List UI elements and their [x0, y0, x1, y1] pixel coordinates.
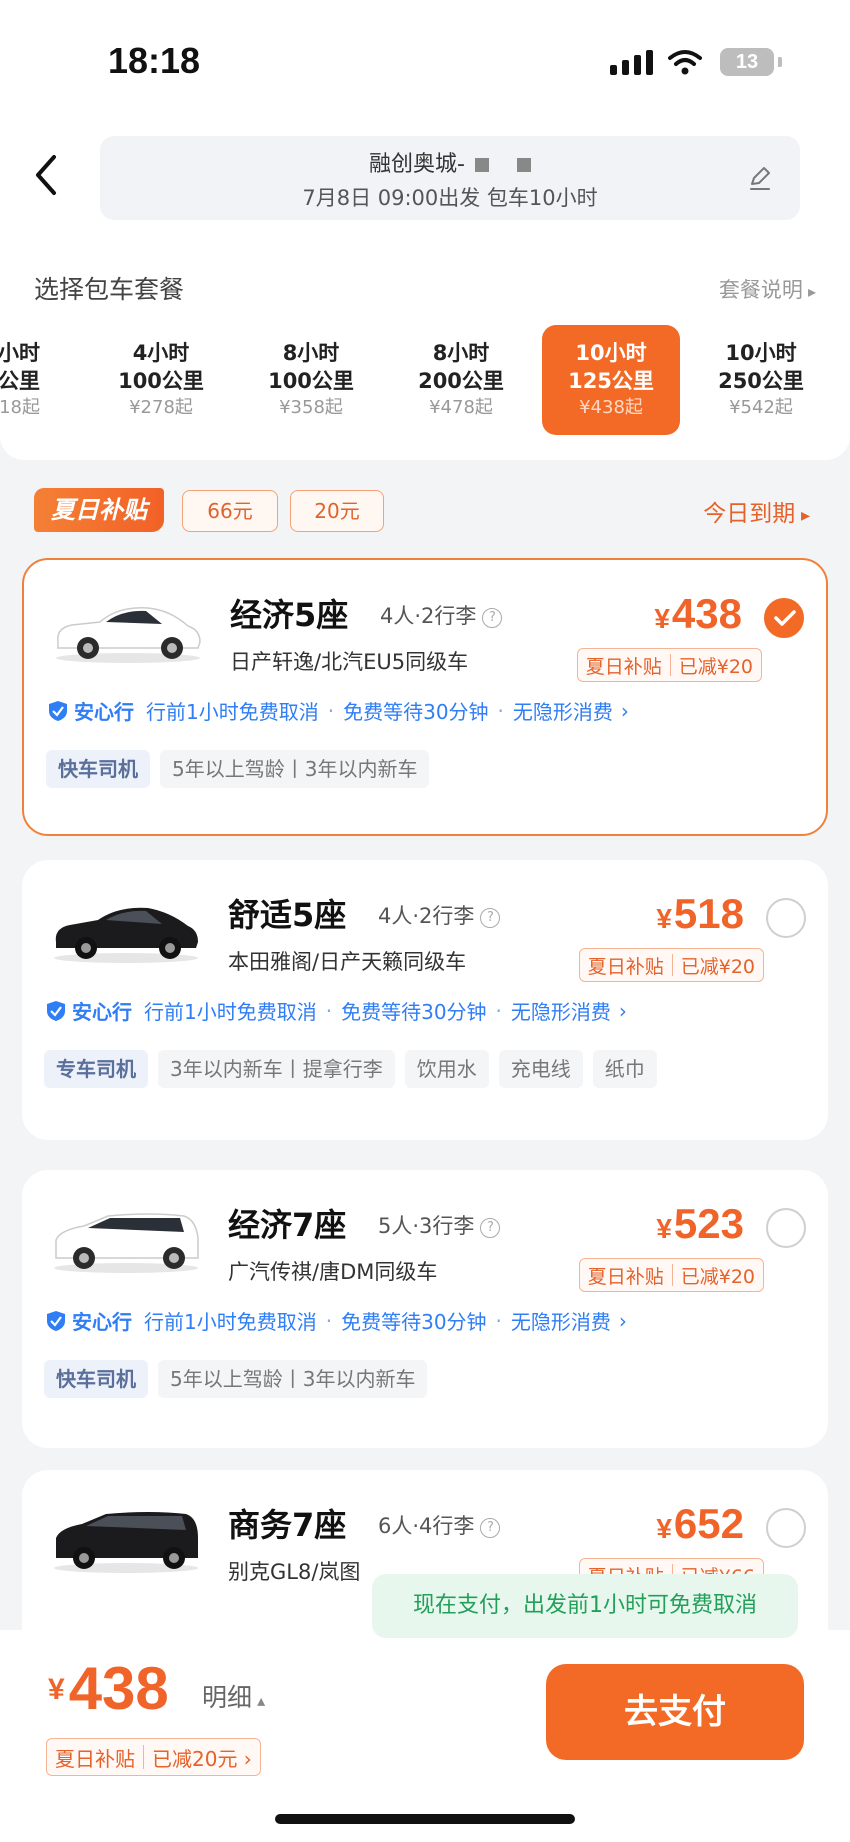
package-section: 选择包车套餐 套餐说明 小时 0公里 218起 4小时 100公里 ¥278起 …	[0, 230, 850, 460]
help-icon[interactable]: ?	[480, 1218, 501, 1238]
driver-label: 专车司机	[44, 1050, 148, 1088]
car-capacity: 5人·3行李?	[378, 1210, 501, 1240]
car-price: ¥652	[656, 1500, 744, 1547]
car-name: 经济5座	[230, 596, 349, 634]
coupon-tag[interactable]: 20元	[290, 490, 384, 532]
summer-subsidy-badge: 夏日补贴	[34, 488, 164, 532]
driver-tag: 饮用水	[404, 1050, 489, 1088]
car-name: 舒适5座	[228, 896, 347, 934]
chevron-right-icon: ›	[618, 998, 627, 1023]
cancel-policy-toast: 现在支付，出发前1小时可免费取消	[372, 1574, 798, 1638]
route-summary[interactable]: 融创奥城- 7月8日 09:00出发 包车10小时	[100, 136, 800, 220]
coupon-tag[interactable]: 66元	[182, 490, 278, 532]
edit-icon[interactable]	[746, 164, 774, 192]
assurance-row[interactable]: 安心行 行前1小时免费取消 · 免费等待30分钟 · 无隐形消费 ›	[46, 1306, 627, 1335]
radio-unchecked-icon[interactable]	[766, 898, 806, 938]
shield-check-icon	[47, 1000, 65, 1021]
sedan-black-image	[54, 907, 199, 963]
signal-icon	[610, 50, 653, 75]
shield-check-icon	[47, 1310, 65, 1331]
driver-row: 专车司机 3年以内新车丨提拿行李 饮用水 充电线 纸巾	[44, 1050, 657, 1088]
route-title-row: 融创奥城-	[100, 146, 800, 178]
car-option-card[interactable]: 经济5座 4人·2行李? 日产轩逸/北汽EU5同级车 ¥438 夏日补贴 已减¥2…	[22, 558, 828, 836]
chevron-left-icon	[36, 155, 56, 195]
chevron-right-icon: ›	[618, 1308, 627, 1333]
driver-label: 快车司机	[44, 1360, 148, 1398]
route-title: 融创奥城-	[369, 152, 465, 177]
package-option[interactable]: 10小时 250公里 ¥542起	[692, 325, 830, 435]
subsidy-tag: 夏日补贴 已减¥20	[578, 1258, 764, 1292]
driver-row: 快车司机 5年以上驾龄丨3年以内新车	[44, 1360, 428, 1398]
help-icon[interactable]: ?	[482, 608, 503, 628]
driver-tag: 5年以上驾龄丨3年以内新车	[158, 1360, 428, 1398]
total-price: ¥438	[48, 1655, 169, 1722]
driver-tag: 纸巾	[592, 1050, 657, 1088]
shield-check-icon	[49, 700, 67, 721]
promo-row: 夏日补贴 66元 20元 今日到期	[0, 480, 850, 540]
subsidy-tag: 夏日补贴 已减¥20	[576, 648, 762, 682]
redacted-mark	[474, 158, 489, 172]
chevron-right-icon: ›	[620, 698, 629, 723]
assurance-row[interactable]: 安心行 行前1小时免费取消 · 免费等待30分钟 · 无隐形消费 ›	[48, 696, 629, 725]
package-option[interactable]: 小时 0公里 218起	[0, 325, 68, 435]
package-info-link[interactable]: 套餐说明	[719, 274, 816, 304]
car-name: 经济7座	[228, 1206, 347, 1244]
car-option-card[interactable]: 舒适5座 4人·2行李? 本田雅阁/日产天籁同级车 ¥518 夏日补贴 已减¥20…	[22, 860, 828, 1140]
status-time: 18:18	[108, 40, 201, 81]
package-list: 小时 0公里 218起 4小时 100公里 ¥278起 8小时 100公里 ¥3…	[0, 325, 850, 445]
selected-check-icon[interactable]	[764, 598, 804, 638]
help-icon[interactable]: ?	[480, 908, 501, 928]
price-detail-link[interactable]: 明细	[202, 1678, 265, 1714]
wifi-icon	[668, 50, 702, 75]
car-models: 别克GL8/岚图	[228, 1560, 361, 1584]
car-capacity: 6人·4行李?	[378, 1510, 501, 1540]
route-header: 融创奥城- 7月8日 09:00出发 包车10小时	[0, 120, 850, 230]
car-option-card[interactable]: 经济7座 5人·3行李? 广汽传祺/唐DM同级车 ¥523 夏日补贴 已减¥20 …	[22, 1170, 828, 1448]
car-price: ¥518	[656, 890, 744, 937]
car-capacity: 4人·2行李?	[380, 600, 503, 630]
battery-tip	[778, 57, 782, 67]
car-models: 日产轩逸/北汽EU5同级车	[230, 650, 469, 674]
back-button[interactable]	[26, 150, 66, 200]
route-subtitle: 7月8日 09:00出发 包车10小时	[302, 186, 598, 210]
car-models: 本田雅阁/日产天籁同级车	[228, 950, 467, 974]
car-price: ¥523	[656, 1200, 744, 1247]
driver-label: 快车司机	[46, 750, 150, 788]
bottom-subsidy-tag[interactable]: 夏日补贴 已减20元 ›	[46, 1738, 261, 1776]
driver-tag: 3年以内新车丨提拿行李	[158, 1050, 395, 1088]
assurance-row[interactable]: 安心行 行前1小时免费取消 · 免费等待30分钟 · 无隐形消费 ›	[46, 996, 627, 1025]
driver-tag: 5年以上驾龄丨3年以内新车	[160, 750, 430, 788]
battery-icon: 13	[720, 48, 774, 76]
package-option[interactable]: 4小时 100公里 ¥278起	[92, 325, 230, 435]
help-icon[interactable]: ?	[480, 1518, 501, 1538]
package-option[interactable]: 8小时 100公里 ¥358起	[242, 325, 380, 435]
driver-row: 快车司机 5年以上驾龄丨3年以内新车	[46, 750, 430, 788]
package-option-selected[interactable]: 10小时 125公里 ¥438起	[542, 325, 680, 435]
radio-unchecked-icon[interactable]	[766, 1208, 806, 1248]
radio-unchecked-icon[interactable]	[766, 1508, 806, 1548]
home-indicator	[275, 1814, 575, 1824]
status-bar: 18:18 13	[0, 0, 850, 120]
subsidy-tag: 夏日补贴 已减¥20	[578, 948, 764, 982]
car-price: ¥438	[654, 590, 742, 637]
package-title: 选择包车套餐	[34, 275, 185, 304]
minivan-white-image	[54, 1213, 199, 1273]
car-models: 广汽传祺/唐DM同级车	[228, 1260, 438, 1284]
expiry-link[interactable]: 今日到期	[703, 494, 810, 528]
minivan-black-image	[54, 1512, 198, 1573]
sedan-white-image	[56, 607, 201, 663]
car-name: 商务7座	[228, 1506, 347, 1544]
pay-button[interactable]: 去支付	[546, 1664, 804, 1760]
package-option[interactable]: 8小时 200公里 ¥478起	[392, 325, 530, 435]
redacted-mark	[516, 158, 531, 172]
driver-tag: 充电线	[498, 1050, 583, 1088]
car-capacity: 4人·2行李?	[378, 900, 501, 930]
bottom-pay-bar: ¥438 明细 夏日补贴已减20元 › 去支付	[0, 1630, 850, 1842]
